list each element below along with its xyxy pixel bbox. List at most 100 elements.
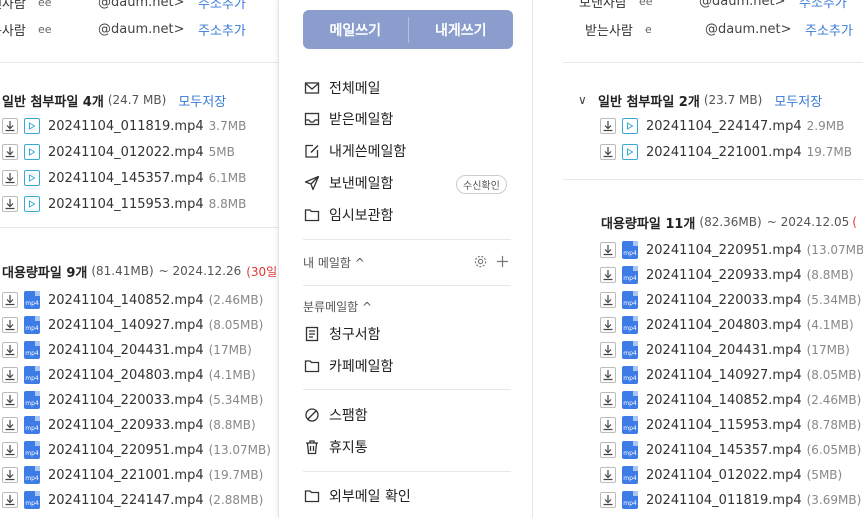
bigfile-title: 대용량파일 9개 (81.41MB) ~ 2024.12.26 (30일 [2, 261, 277, 281]
add-address-link[interactable]: 주소추가 [198, 0, 246, 12]
file-size: (2.46MB) [806, 393, 862, 407]
menu-trash[interactable]: 휴지통 [303, 435, 368, 459]
file-name-link[interactable]: 20241104_115953.mp4 [646, 418, 802, 433]
mp4-file-icon: mp4 [24, 316, 40, 334]
attachment-count: 일반 첨부파일 2개 [598, 94, 700, 110]
download-icon[interactable] [600, 292, 616, 308]
file-name-link[interactable]: 20241104_204803.mp4 [646, 318, 802, 333]
receiver-email: @daum.net> [98, 21, 185, 37]
menu-label: 내게쓴메일함 [329, 144, 407, 160]
menu-label: 스팸함 [329, 408, 368, 424]
file-name-link[interactable]: 20241104_220933.mp4 [48, 418, 204, 433]
block-icon [303, 406, 321, 424]
file-row: mp4 20241104_220033.mp4 (5.34MB) [2, 390, 263, 410]
receiver-name: ee [38, 22, 52, 36]
file-name-link[interactable]: 20241104_012022.mp4 [646, 468, 802, 483]
gear-icon[interactable] [473, 254, 488, 273]
chevron-down-icon[interactable]: ∨ [578, 93, 592, 107]
menu-bills[interactable]: 청구서함 [303, 322, 381, 346]
download-icon[interactable] [600, 118, 616, 134]
download-icon[interactable] [2, 392, 18, 408]
file-name-link[interactable]: 20241104_204803.mp4 [48, 368, 204, 383]
save-all-link[interactable]: 모두저장 [178, 91, 226, 110]
download-icon[interactable] [600, 342, 616, 358]
write-mail-button[interactable]: 메일쓰기 [303, 20, 408, 40]
download-icon[interactable] [600, 467, 616, 483]
file-size: (2.46MB) [208, 293, 264, 307]
download-icon[interactable] [600, 367, 616, 383]
file-name-link[interactable]: 20241104_220033.mp4 [646, 293, 802, 308]
file-name-link[interactable]: 20241104_221001.mp4 [48, 468, 204, 483]
add-address-link[interactable]: 주소추가 [799, 0, 847, 11]
file-name-link[interactable]: 20241104_221001.mp4 [646, 145, 802, 160]
chevron-up-icon[interactable]: ^ [565, 0, 579, 8]
menu-spam[interactable]: 스팸함 [303, 403, 368, 427]
file-name-link[interactable]: 20241104_204431.mp4 [48, 343, 204, 358]
file-size: (6.05MB) [806, 443, 862, 457]
divider [303, 389, 511, 390]
file-name-link[interactable]: 20241104_145357.mp4 [48, 171, 204, 186]
download-icon[interactable] [600, 417, 616, 433]
menu-sent-to-self[interactable]: 내게쓴메일함 [303, 139, 406, 163]
file-row: mp4 20241104_220933.mp4 (8.8MB) [600, 265, 854, 285]
sender-row: 보낸사람 ee @daum.net> 주소추가 [0, 0, 246, 12]
add-address-link[interactable]: 주소추가 [805, 20, 853, 39]
download-icon[interactable] [600, 317, 616, 333]
file-name-link[interactable]: 20241104_145357.mp4 [646, 443, 802, 458]
file-name-link[interactable]: 20241104_224147.mp4 [48, 493, 204, 508]
download-icon[interactable] [2, 442, 18, 458]
receiver-name: e [645, 22, 652, 36]
file-name-link[interactable]: 20241104_115953.mp4 [48, 197, 204, 212]
menu-drafts[interactable]: 임시보관함 [303, 203, 393, 227]
download-icon[interactable] [600, 492, 616, 508]
my-mailbox-toggle[interactable]: 내 메일함 ^ [303, 252, 365, 272]
write-to-self-button[interactable]: 내게쓰기 [409, 20, 514, 40]
download-icon[interactable] [2, 170, 18, 186]
file-name-link[interactable]: 20241104_220033.mp4 [48, 393, 204, 408]
download-icon[interactable] [600, 267, 616, 283]
download-icon[interactable] [600, 442, 616, 458]
download-icon[interactable] [2, 467, 18, 483]
category-mailbox-toggle[interactable]: 분류메일함 ^ [303, 296, 372, 316]
download-icon[interactable] [600, 144, 616, 160]
file-name-link[interactable]: 20241104_220933.mp4 [646, 268, 802, 283]
download-icon[interactable] [2, 317, 18, 333]
file-name-link[interactable]: 20241104_220951.mp4 [646, 243, 802, 258]
add-address-link[interactable]: 주소추가 [198, 20, 246, 39]
mp4-file-icon: mp4 [622, 441, 638, 459]
menu-external-mail[interactable]: 외부메일 확인 [303, 484, 411, 508]
add-mailbox-icon[interactable] [495, 254, 510, 273]
file-name-link[interactable]: 20241104_011819.mp4 [48, 119, 204, 134]
file-name-link[interactable]: 20241104_140927.mp4 [48, 318, 204, 333]
folder-icon [303, 206, 321, 224]
download-icon[interactable] [2, 144, 18, 160]
file-row: mp4 20241104_220951.mp4 (13.07MB) [2, 440, 271, 460]
file-size: (8.8MB) [806, 268, 854, 282]
download-icon[interactable] [2, 292, 18, 308]
download-icon[interactable] [2, 342, 18, 358]
file-name-link[interactable]: 20241104_140852.mp4 [646, 393, 802, 408]
bigfile-count: 대용량파일 11개 [601, 216, 696, 232]
download-icon[interactable] [2, 367, 18, 383]
file-name-link[interactable]: 20241104_011819.mp4 [646, 493, 802, 508]
menu-all-mail[interactable]: 전체메일 [303, 76, 381, 100]
save-all-link[interactable]: 모두저장 [774, 91, 822, 110]
bigfile-expiry: ~ 2024.12.05 [766, 215, 850, 229]
file-name-link[interactable]: 20241104_140927.mp4 [646, 368, 802, 383]
download-icon[interactable] [2, 417, 18, 433]
file-name-link[interactable]: 20241104_140852.mp4 [48, 293, 204, 308]
download-icon[interactable] [2, 118, 18, 134]
menu-sent[interactable]: 보낸메일함 [303, 171, 393, 195]
read-receipt-badge[interactable]: 수신확인 [456, 175, 507, 194]
menu-inbox[interactable]: 받은메일함 [303, 107, 393, 131]
download-icon[interactable] [2, 196, 18, 212]
menu-cafe[interactable]: 카페메일함 [303, 354, 393, 378]
receiver-row: 받는사람 e @daum.net> 주소추가 [585, 19, 853, 39]
file-name-link[interactable]: 20241104_224147.mp4 [646, 119, 802, 134]
download-icon[interactable] [600, 242, 616, 258]
file-name-link[interactable]: 20241104_012022.mp4 [48, 145, 204, 160]
download-icon[interactable] [600, 392, 616, 408]
file-name-link[interactable]: 20241104_204431.mp4 [646, 343, 802, 358]
download-icon[interactable] [2, 492, 18, 508]
file-name-link[interactable]: 20241104_220951.mp4 [48, 443, 204, 458]
